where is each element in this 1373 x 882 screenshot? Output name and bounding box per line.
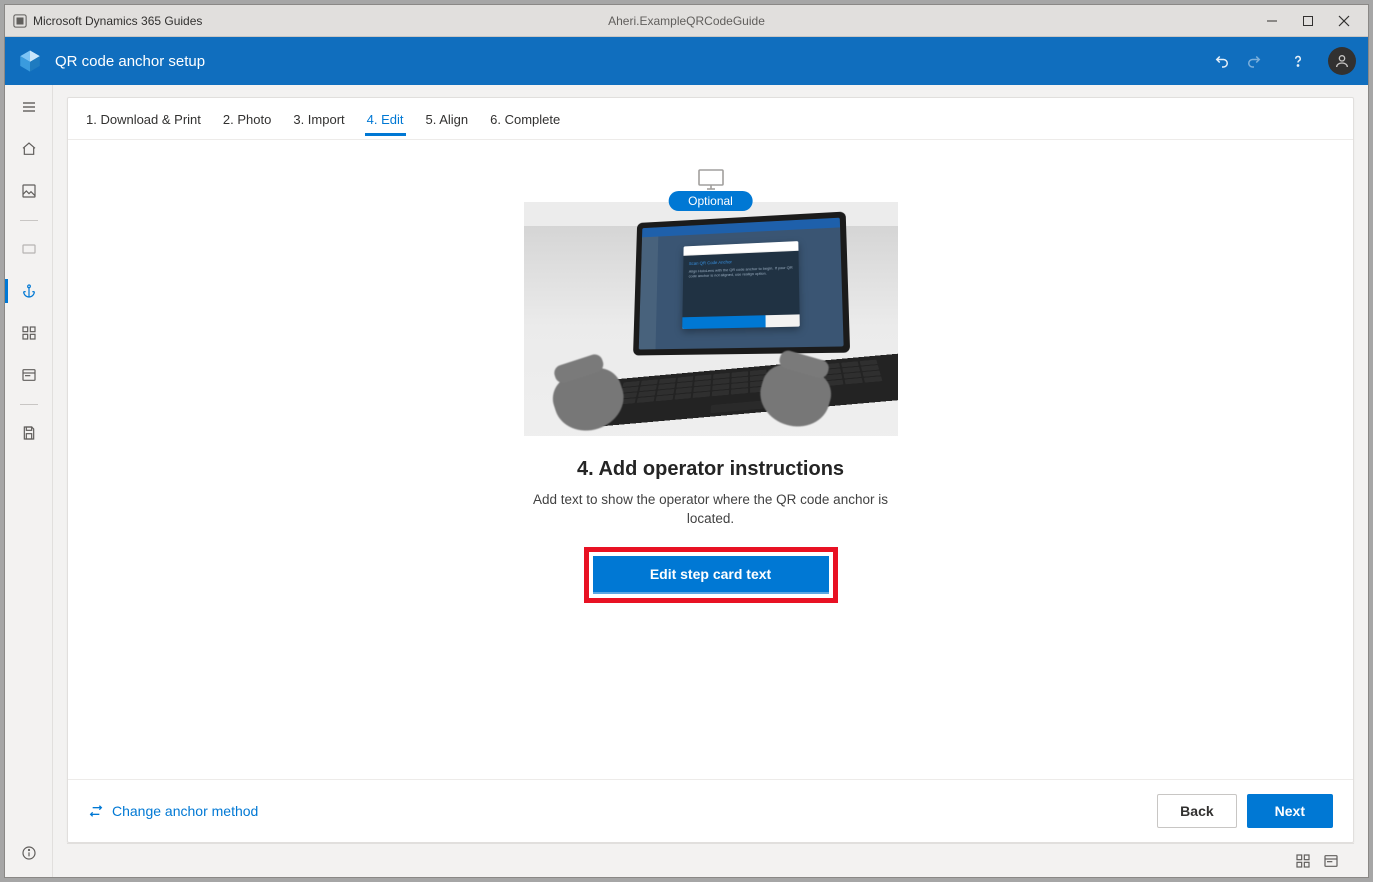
view-card-button[interactable] xyxy=(1320,853,1342,869)
nav-anchor[interactable] xyxy=(5,273,53,309)
edit-step-card-button[interactable]: Edit step card text xyxy=(593,556,829,594)
rail-separator xyxy=(5,215,53,225)
page-header: QR code anchor setup xyxy=(5,37,1368,85)
nav-card-detail[interactable] xyxy=(5,357,53,393)
hero-illustration: Optional xyxy=(524,202,898,436)
nav-apps[interactable] xyxy=(5,315,53,351)
nav-image[interactable] xyxy=(5,173,53,209)
help-button[interactable] xyxy=(1288,51,1308,71)
tab-import[interactable]: 3. Import xyxy=(291,102,346,135)
next-button[interactable]: Next xyxy=(1247,794,1333,828)
main-area: 1. Download & Print 2. Photo 3. Import 4… xyxy=(53,85,1368,877)
optional-badge: Optional xyxy=(668,191,753,211)
left-rail xyxy=(5,85,53,877)
rail-separator-2 xyxy=(5,399,53,409)
change-anchor-method-link[interactable]: Change anchor method xyxy=(88,803,258,819)
status-bar xyxy=(67,843,1354,877)
redo-button[interactable] xyxy=(1244,51,1264,71)
nav-home[interactable] xyxy=(5,131,53,167)
back-button[interactable]: Back xyxy=(1157,794,1236,828)
wizard-tabs: 1. Download & Print 2. Photo 3. Import 4… xyxy=(68,98,1353,140)
tab-download-print[interactable]: 1. Download & Print xyxy=(84,102,203,135)
nav-info[interactable] xyxy=(5,835,53,871)
view-grid-button[interactable] xyxy=(1292,853,1314,869)
close-button[interactable] xyxy=(1338,15,1356,27)
app-icon xyxy=(13,14,27,28)
swap-icon xyxy=(88,803,104,819)
callout-highlight: Edit step card text xyxy=(584,547,838,603)
nav-card[interactable] xyxy=(5,231,53,267)
app-window: Microsoft Dynamics 365 Guides Aheri.Exam… xyxy=(4,4,1369,878)
undo-button[interactable] xyxy=(1212,51,1232,71)
maximize-button[interactable] xyxy=(1302,15,1320,27)
hamburger-button[interactable] xyxy=(5,89,53,125)
titlebar: Microsoft Dynamics 365 Guides Aheri.Exam… xyxy=(5,5,1368,37)
wizard-footer: Change anchor method Back Next xyxy=(68,779,1353,842)
tab-align[interactable]: 5. Align xyxy=(424,102,471,135)
wizard-card: 1. Download & Print 2. Photo 3. Import 4… xyxy=(67,97,1354,843)
nav-save[interactable] xyxy=(5,415,53,451)
wizard-content: Optional xyxy=(68,140,1353,779)
app-body: 1. Download & Print 2. Photo 3. Import 4… xyxy=(5,85,1368,877)
guides-logo-icon xyxy=(17,48,43,74)
page-title: QR code anchor setup xyxy=(55,53,205,70)
app-name: Microsoft Dynamics 365 Guides xyxy=(33,14,202,28)
tab-complete[interactable]: 6. Complete xyxy=(488,102,562,135)
tab-photo[interactable]: 2. Photo xyxy=(221,102,273,135)
tab-edit[interactable]: 4. Edit xyxy=(365,102,406,135)
step-description: Add text to show the operator where the … xyxy=(531,491,891,529)
change-anchor-method-label: Change anchor method xyxy=(112,803,258,819)
monitor-icon xyxy=(697,168,725,192)
step-title: 4. Add operator instructions xyxy=(577,458,844,481)
minimize-button[interactable] xyxy=(1266,15,1284,27)
document-title: Aheri.ExampleQRCodeGuide xyxy=(5,14,1368,28)
user-avatar[interactable] xyxy=(1328,47,1356,75)
